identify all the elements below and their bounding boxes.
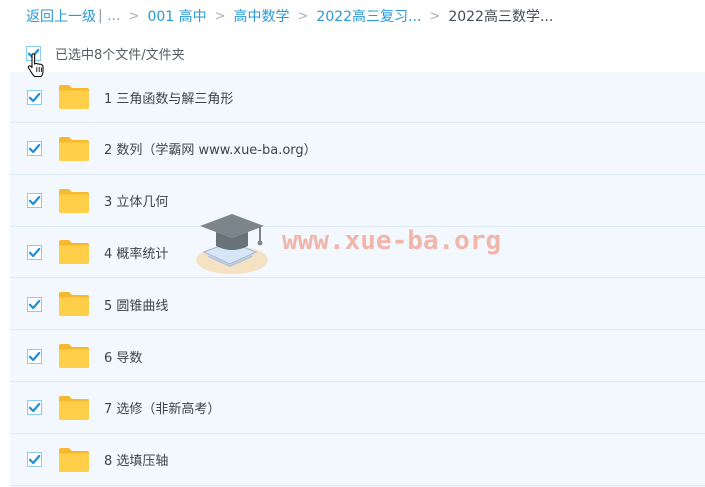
- row-checkbox[interactable]: [27, 400, 42, 416]
- chevron-right-icon: >: [128, 8, 140, 24]
- file-row[interactable]: 2 数列（学霸网 www.xue-ba.org）: [10, 124, 705, 175]
- row-checkbox[interactable]: [27, 141, 42, 157]
- file-row[interactable]: 5 圆锥曲线: [10, 279, 705, 331]
- file-row[interactable]: 7 选修（非新高考）: [10, 383, 705, 434]
- breadcrumb-item-review[interactable]: 2022高三复习...: [316, 6, 421, 26]
- row-checkbox[interactable]: [27, 244, 42, 260]
- folder-icon: [59, 85, 89, 109]
- hand-cursor-icon: [27, 53, 44, 78]
- folder-icon: [59, 447, 89, 472]
- file-name[interactable]: 3 立体几何: [104, 191, 168, 210]
- back-link[interactable]: 返回上一级: [26, 6, 96, 26]
- chevron-right-icon: >: [297, 8, 309, 24]
- folder-icon: [59, 240, 89, 265]
- breadcrumb: 返回上一级 | ... > 001 高中 > 高中数学 > 2022高三复习..…: [26, 6, 553, 26]
- file-name[interactable]: 8 选填压轴: [104, 450, 168, 469]
- file-row[interactable]: 6 导数: [10, 331, 705, 382]
- row-checkbox[interactable]: [27, 452, 42, 468]
- check-icon: [28, 92, 41, 102]
- check-icon: [28, 351, 41, 361]
- selection-count-text: 已选中8个文件/文件夹: [55, 47, 185, 63]
- row-checkbox[interactable]: [27, 348, 42, 364]
- folder-icon: [59, 188, 89, 213]
- check-icon: [28, 454, 41, 465]
- file-name[interactable]: 4 概率统计: [104, 243, 168, 262]
- file-name[interactable]: 6 导数: [104, 347, 142, 366]
- row-checkbox[interactable]: [27, 296, 42, 312]
- file-row[interactable]: 3 立体几何: [10, 176, 705, 227]
- file-row[interactable]: 4 概率统计: [10, 227, 705, 279]
- chevron-right-icon: >: [214, 8, 226, 24]
- breadcrumb-current: 2022高三数学...: [448, 9, 554, 25]
- file-row[interactable]: 8 选填压轴: [10, 435, 705, 486]
- folder-icon: [59, 344, 89, 368]
- file-name[interactable]: 5 圆锥曲线: [104, 295, 168, 314]
- file-name[interactable]: 2 数列（学霸网 www.xue-ba.org）: [104, 139, 317, 158]
- row-checkbox[interactable]: [27, 193, 42, 209]
- chevron-right-icon: >: [429, 8, 441, 24]
- folder-icon: [59, 136, 89, 161]
- check-icon: [28, 195, 41, 206]
- folder-icon: [59, 395, 89, 420]
- folder-icon: [59, 292, 89, 317]
- file-row[interactable]: 1 三角函数与解三角形: [10, 72, 705, 123]
- check-icon: [28, 144, 41, 154]
- check-icon: [28, 299, 41, 309]
- breadcrumb-item-math[interactable]: 高中数学: [234, 6, 290, 26]
- breadcrumb-item-high-school[interactable]: 001 高中: [147, 6, 206, 26]
- breadcrumb-more[interactable]: | ...: [98, 8, 121, 24]
- file-name[interactable]: 7 选修（非新高考）: [104, 398, 220, 417]
- select-all-bar: 已选中8个文件/文件夹: [26, 44, 185, 63]
- check-icon: [28, 403, 41, 413]
- row-checkbox[interactable]: [27, 89, 42, 105]
- check-icon: [28, 247, 41, 257]
- file-list: 1 三角函数与解三角形 2 数列（学霸网 www.xue-ba.org） 3 立体几…: [10, 72, 705, 487]
- file-name[interactable]: 1 三角函数与解三角形: [104, 88, 233, 107]
